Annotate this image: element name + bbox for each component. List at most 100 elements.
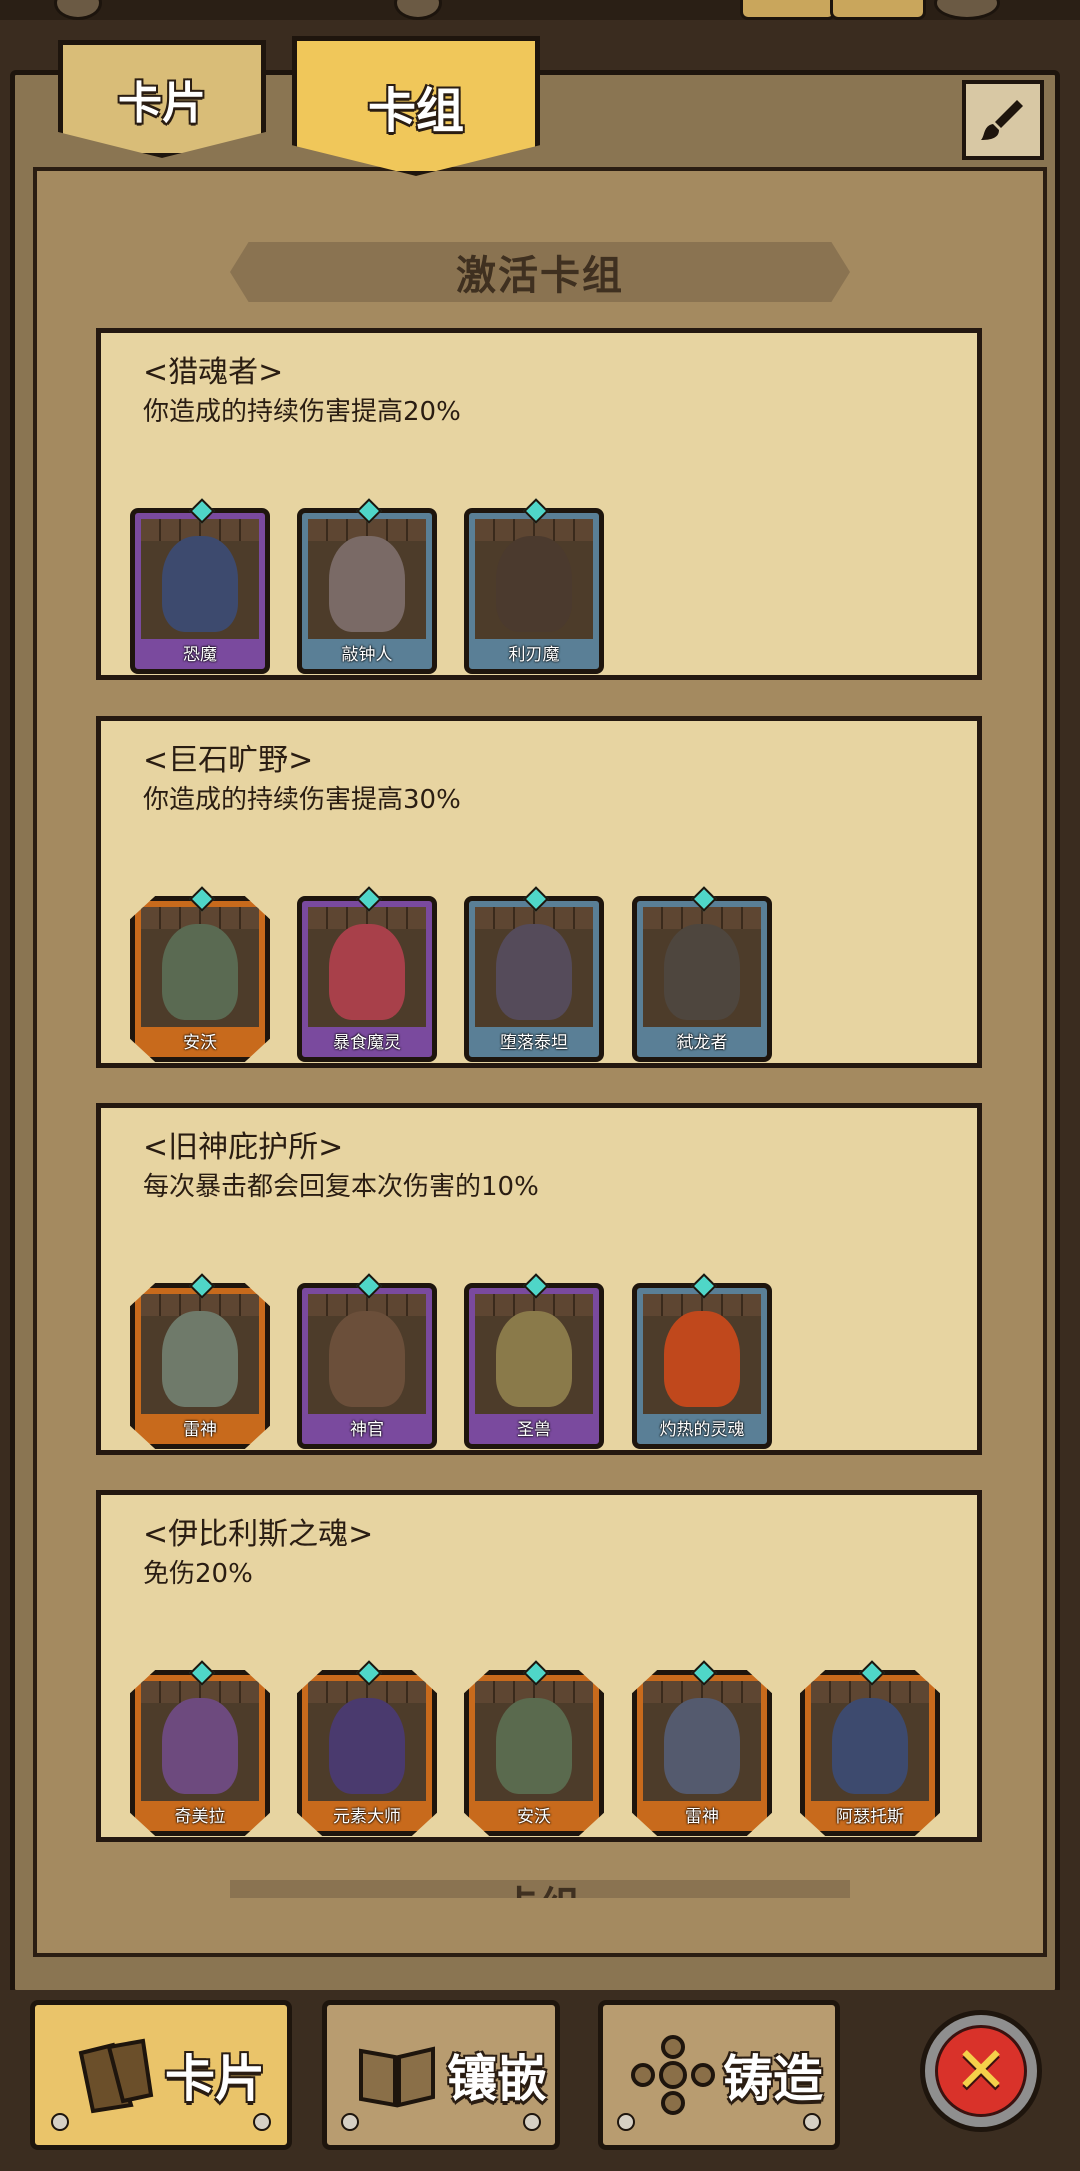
hero-card[interactable]: 圣兽 — [464, 1283, 604, 1449]
deck-name: <旧神庇护所> — [143, 1130, 344, 1165]
card-portrait — [141, 1294, 259, 1414]
hero-card[interactable]: 利刃魔 — [464, 508, 604, 674]
card-portrait — [308, 1681, 426, 1801]
card-portrait — [643, 1294, 761, 1414]
card-name: 恐魔 — [183, 645, 217, 665]
top-strip — [0, 0, 1080, 20]
nav-cards-label: 卡片 — [165, 2050, 265, 2108]
hero-card[interactable]: 灼热的灵魂 — [632, 1283, 772, 1449]
hero-card[interactable]: 神官 — [297, 1283, 437, 1449]
hero-card[interactable]: 敲钟人 — [297, 508, 437, 674]
tab-cards-label: 卡片 — [118, 78, 206, 129]
book-icon — [359, 2046, 435, 2108]
creature-figure — [496, 535, 572, 632]
cross-icon — [631, 2035, 715, 2115]
card-name: 奇美拉 — [174, 1807, 226, 1827]
top-bar-segment — [830, 0, 926, 20]
close-icon: ✕ — [935, 2025, 1027, 2117]
card-portrait — [141, 1681, 259, 1801]
section-header: 激活卡组 — [230, 242, 850, 302]
card-name: 安沃 — [183, 1033, 217, 1053]
card-name: 灼热的灵魂 — [659, 1420, 745, 1440]
deck-effect: 每次暴击都会回复本次伤害的10% — [143, 1172, 539, 1202]
hero-card[interactable]: 恐魔 — [130, 508, 270, 674]
card-name: 安沃 — [517, 1807, 551, 1827]
card-portrait — [643, 1681, 761, 1801]
creature-figure — [664, 923, 740, 1020]
nail — [51, 2113, 69, 2131]
hero-card[interactable]: 元素大师 — [297, 1670, 437, 1836]
card-portrait — [475, 1294, 593, 1414]
nail — [341, 2113, 359, 2131]
card-portrait — [308, 1294, 426, 1414]
card-name: 元素大师 — [333, 1807, 401, 1827]
card-name: 雷神 — [685, 1807, 719, 1827]
creature-figure — [162, 1310, 238, 1407]
card-name: 圣兽 — [517, 1420, 551, 1440]
section-title: 激活卡组 — [456, 253, 624, 299]
card-name: 神官 — [350, 1420, 384, 1440]
hero-card[interactable]: 雷神 — [632, 1670, 772, 1836]
nav-forge-button[interactable]: 铸造 — [598, 2000, 840, 2150]
card-portrait — [141, 907, 259, 1027]
deck-effect: 你造成的持续伤害提高20% — [143, 397, 461, 427]
top-button-2[interactable] — [394, 0, 442, 20]
card-name: 敲钟人 — [341, 645, 393, 665]
edit-button[interactable] — [962, 80, 1044, 160]
nav-forge-label: 铸造 — [723, 2050, 823, 2108]
creature-figure — [329, 923, 405, 1020]
card-portrait — [643, 907, 761, 1027]
deck-name: <伊比利斯之魂> — [143, 1517, 374, 1552]
hero-card[interactable]: 安沃 — [130, 896, 270, 1062]
hero-card[interactable]: 奇美拉 — [130, 1670, 270, 1836]
card-portrait — [475, 907, 593, 1027]
hero-card[interactable]: 弑龙者 — [632, 896, 772, 1062]
nail — [523, 2113, 541, 2131]
hero-card[interactable]: 暴食魔灵 — [297, 896, 437, 1062]
creature-figure — [832, 1697, 908, 1794]
nav-cards-button[interactable]: 卡片 — [30, 2000, 292, 2150]
creature-figure — [329, 535, 405, 632]
top-button-3[interactable] — [934, 0, 1000, 20]
cards-icon — [78, 2038, 154, 2114]
nav-inlay-label: 镶嵌 — [447, 2050, 547, 2108]
hero-card[interactable]: 阿瑟托斯 — [800, 1670, 940, 1836]
card-portrait — [308, 519, 426, 639]
top-bar-segment — [740, 0, 836, 20]
card-portrait — [811, 1681, 929, 1801]
hero-card[interactable]: 堕落泰坦 — [464, 896, 604, 1062]
tab-deck-label: 卡组 — [367, 83, 464, 139]
next-section-header: 卡组 — [230, 1880, 850, 1898]
card-portrait — [308, 907, 426, 1027]
card-portrait — [141, 519, 259, 639]
creature-figure — [162, 535, 238, 632]
hero-card[interactable]: 安沃 — [464, 1670, 604, 1836]
deck-effect: 你造成的持续伤害提高30% — [143, 785, 461, 815]
creature-figure — [664, 1697, 740, 1794]
nail — [803, 2113, 821, 2131]
deck-name: <猎魂者> — [143, 355, 284, 390]
card-name: 暴食魔灵 — [333, 1033, 401, 1053]
nail — [253, 2113, 271, 2131]
card-name: 弑龙者 — [676, 1033, 728, 1053]
deck-name: <巨石旷野> — [143, 743, 314, 778]
top-button-1[interactable] — [54, 0, 102, 20]
creature-figure — [162, 923, 238, 1020]
creature-figure — [496, 923, 572, 1020]
card-name: 利刃魔 — [508, 645, 560, 665]
deck-effect: 免伤20% — [143, 1559, 253, 1589]
creature-figure — [329, 1310, 405, 1407]
close-button[interactable]: ✕ — [920, 2010, 1042, 2132]
nav-inlay-button[interactable]: 镶嵌 — [322, 2000, 560, 2150]
card-portrait — [475, 1681, 593, 1801]
creature-figure — [496, 1697, 572, 1794]
hero-card[interactable]: 雷神 — [130, 1283, 270, 1449]
nail — [617, 2113, 635, 2131]
card-portrait — [475, 519, 593, 639]
creature-figure — [329, 1697, 405, 1794]
brush-icon — [981, 100, 1023, 140]
card-name: 阿瑟托斯 — [836, 1807, 904, 1827]
card-name: 雷神 — [183, 1420, 217, 1440]
creature-figure — [162, 1697, 238, 1794]
card-name: 堕落泰坦 — [500, 1033, 568, 1053]
